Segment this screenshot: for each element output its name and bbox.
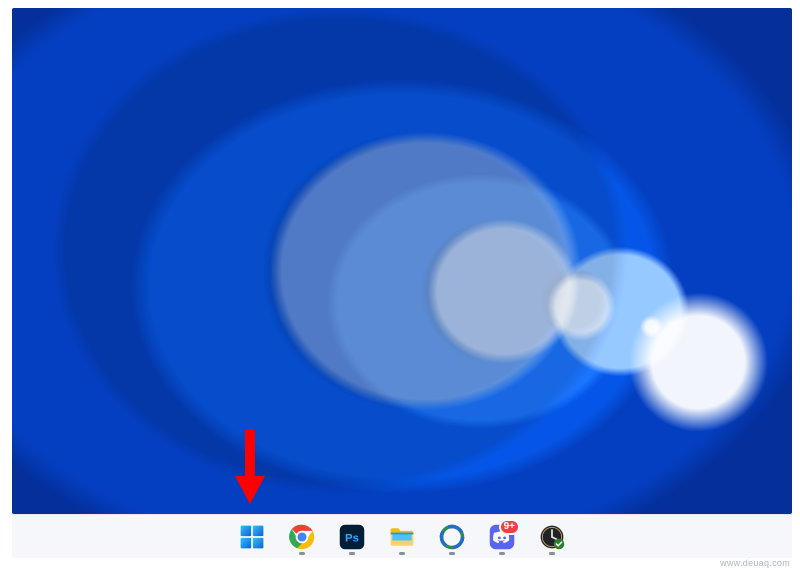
windows-start-icon xyxy=(238,523,266,551)
start-button[interactable] xyxy=(232,517,272,557)
taskbar: Ps xyxy=(12,514,792,558)
photoshop-icon: Ps xyxy=(338,523,366,551)
sharex-button[interactable] xyxy=(432,517,472,557)
photoshop-button[interactable]: Ps xyxy=(332,517,372,557)
file-explorer-icon xyxy=(388,523,416,551)
file-explorer-button[interactable] xyxy=(382,517,422,557)
chrome-icon xyxy=(288,523,316,551)
desktop-screen: Ps xyxy=(0,0,800,568)
sharex-icon xyxy=(438,523,466,551)
watermark-text: www.deuaq.com xyxy=(720,558,790,568)
clock-icon xyxy=(538,523,566,551)
discord-button[interactable]: 9+ xyxy=(482,517,522,557)
discord-badge: 9+ xyxy=(499,519,520,535)
svg-text:Ps: Ps xyxy=(345,532,359,544)
clock-app-button[interactable] xyxy=(532,517,572,557)
chrome-button[interactable] xyxy=(282,517,322,557)
desktop-wallpaper xyxy=(12,8,792,514)
